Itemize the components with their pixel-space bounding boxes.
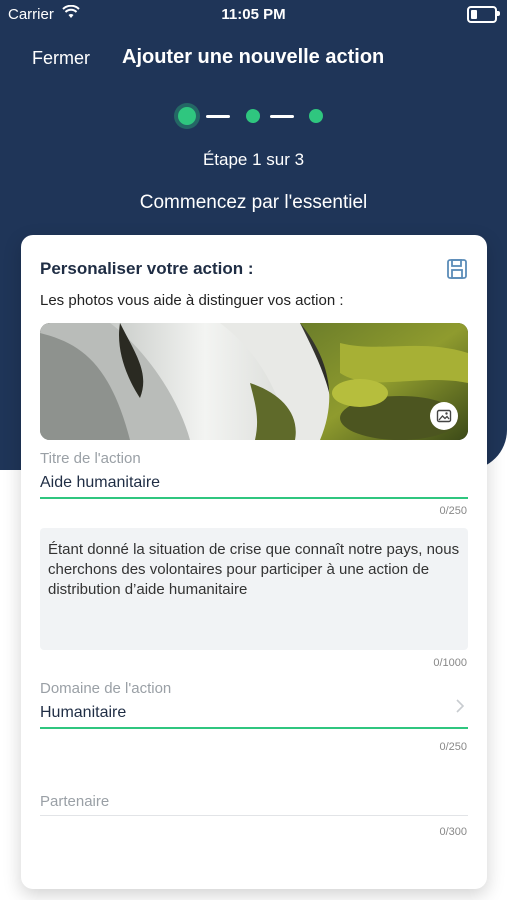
step-connector-2 xyxy=(270,115,294,118)
partner-underline xyxy=(40,815,468,816)
partner-input[interactable]: Partenaire xyxy=(40,793,109,810)
description-char-counter: 0/1000 xyxy=(433,657,467,669)
partner-char-counter: 0/300 xyxy=(439,826,467,838)
title-field-label: Titre de l'action xyxy=(40,450,141,467)
title-underline xyxy=(40,497,468,499)
step-subtitle: Commencez par l'essentiel xyxy=(139,192,368,213)
step-indicator xyxy=(176,104,336,128)
status-bar: Carrier 11:05 PM xyxy=(0,0,507,30)
card-title: Personaliser votre action : xyxy=(40,259,254,278)
title-input[interactable]: Aide humanitaire xyxy=(40,474,160,492)
domain-select[interactable]: Humanitaire xyxy=(40,704,126,722)
description-textarea[interactable]: Étant donné la situation de crise que co… xyxy=(40,528,468,650)
step-connector-1 xyxy=(206,115,230,118)
image-edit-icon[interactable] xyxy=(430,402,458,430)
step-counter: Étape 1 sur 3 xyxy=(202,150,305,169)
page-title: Ajouter une nouvelle action xyxy=(122,46,385,68)
action-form-card: Personaliser votre action : Les photos v… xyxy=(21,235,487,889)
domain-char-counter: 0/250 xyxy=(439,741,467,753)
floppy-disk-icon[interactable] xyxy=(445,257,469,281)
title-char-counter: 0/250 xyxy=(439,505,467,517)
close-button[interactable]: Fermer xyxy=(32,48,90,69)
battery-icon xyxy=(467,6,500,23)
domain-underline xyxy=(40,727,468,729)
photo-label: Les photos vous aide à distinguer vos ac… xyxy=(40,292,344,309)
chevron-right-icon[interactable] xyxy=(455,698,465,714)
domain-field-label: Domaine de l'action xyxy=(40,680,172,697)
step-dot-1 xyxy=(178,107,196,125)
waterfall-image xyxy=(40,323,468,440)
status-time: 11:05 PM xyxy=(221,6,286,23)
step-dot-3 xyxy=(309,109,323,123)
action-photo[interactable] xyxy=(40,323,468,440)
step-dot-2 xyxy=(246,109,260,123)
